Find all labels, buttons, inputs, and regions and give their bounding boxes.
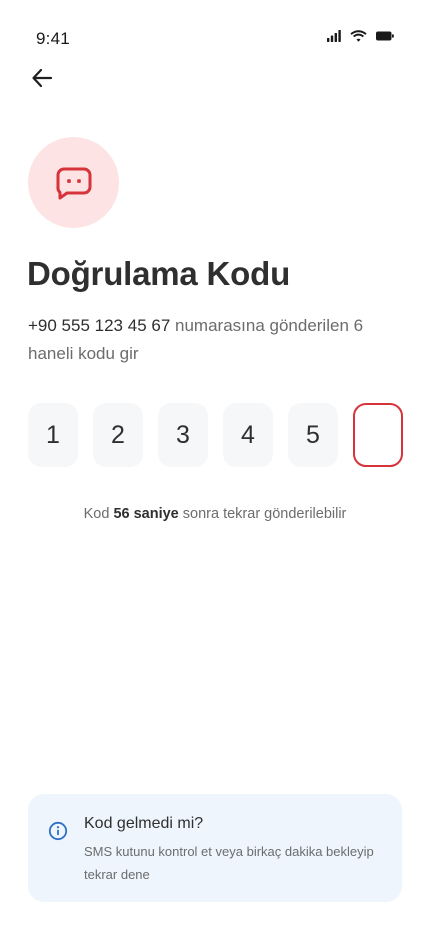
status-icons (327, 30, 394, 42)
otp-digit-1[interactable]: 1 (28, 403, 78, 467)
wifi-icon (350, 30, 367, 42)
page-title: Doğrulama Kodu (27, 255, 291, 292)
phone-number: +90 555 123 45 67 (28, 316, 171, 335)
signal-icon (327, 30, 341, 42)
resend-suffix: sonra tekrar gönderilebilir (178, 506, 347, 522)
otp-digit-5[interactable]: 5 (288, 403, 338, 467)
info-text: SMS kutunu kontrol et veya birkaç dakika… (84, 844, 374, 882)
resend-seconds: 56 saniye (113, 506, 179, 522)
arrow-left-icon (32, 68, 53, 88)
status-bar: 9:41 (0, 0, 430, 76)
otp-input-group: 1 2 3 4 5 (28, 403, 403, 467)
battery-icon (376, 31, 394, 41)
status-time: 9:41 (36, 29, 70, 48)
subtitle: +90 555 123 45 67 numarasına gönderilen … (28, 312, 398, 368)
back-button[interactable] (26, 62, 58, 94)
message-icon (55, 167, 91, 199)
info-title: Kod gelmedi mi? (84, 815, 204, 832)
resend-countdown: Kod 56 saniye sonra tekrar gönderilebili… (0, 506, 430, 522)
resend-prefix: Kod (83, 506, 114, 522)
otp-digit-3[interactable]: 3 (158, 403, 208, 467)
info-icon (48, 821, 68, 841)
otp-digit-4[interactable]: 4 (223, 403, 273, 467)
otp-digit-2[interactable]: 2 (93, 403, 143, 467)
otp-digit-6[interactable] (353, 403, 403, 467)
hero-icon-circle (28, 137, 119, 228)
info-card: Kod gelmedi mi? SMS kutunu kontrol et ve… (28, 794, 402, 902)
